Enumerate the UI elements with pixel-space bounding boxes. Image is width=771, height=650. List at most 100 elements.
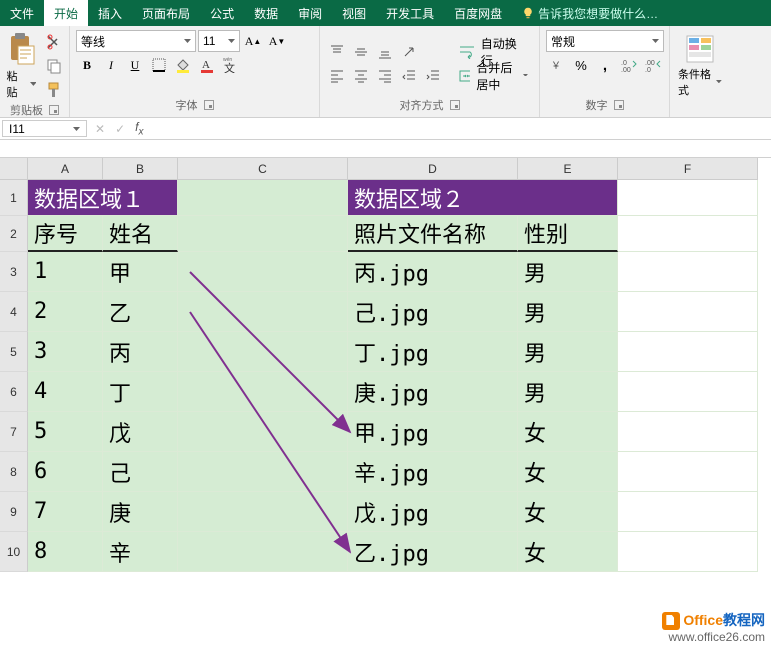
cell-c8[interactable] <box>178 452 348 492</box>
r2-cell-2-0[interactable]: 丁.jpg <box>348 332 518 372</box>
increase-font-button[interactable]: A▲ <box>242 30 264 52</box>
paste-button[interactable]: 粘贴 <box>5 30 39 102</box>
tell-me-box[interactable]: 告诉我您想要做什么… <box>512 0 668 26</box>
menu-file[interactable]: 文件 <box>0 0 44 26</box>
r2-cell-5-1[interactable]: 女 <box>518 452 618 492</box>
cell-f2[interactable] <box>618 216 758 252</box>
select-all[interactable] <box>0 158 28 180</box>
align-bottom-button[interactable] <box>374 41 396 63</box>
menu-view[interactable]: 视图 <box>332 0 376 26</box>
r2-cell-5-0[interactable]: 辛.jpg <box>348 452 518 492</box>
r2-cell-2-1[interactable]: 男 <box>518 332 618 372</box>
menu-home[interactable]: 开始 <box>44 0 88 26</box>
row-head-9[interactable]: 9 <box>0 492 28 532</box>
align-center-button[interactable] <box>350 65 372 87</box>
row-head-4[interactable]: 4 <box>0 292 28 332</box>
phonetic-button[interactable]: wén文 <box>220 54 242 76</box>
r2-cell-3-0[interactable]: 庚.jpg <box>348 372 518 412</box>
cell-c9[interactable] <box>178 492 348 532</box>
cell-c6[interactable] <box>178 372 348 412</box>
cut-button[interactable] <box>43 31 65 53</box>
orientation-button[interactable] <box>398 41 420 63</box>
menu-formulas[interactable]: 公式 <box>200 0 244 26</box>
font-color-button[interactable]: A <box>196 54 218 76</box>
format-painter-button[interactable] <box>43 79 65 101</box>
confirm-icon[interactable]: ✓ <box>115 122 125 136</box>
comma-button[interactable]: , <box>594 54 616 76</box>
cell-f6[interactable] <box>618 372 758 412</box>
border-button[interactable] <box>148 54 170 76</box>
row-head-1[interactable]: 1 <box>0 180 28 216</box>
formula-input[interactable] <box>149 118 771 139</box>
cell-f5[interactable] <box>618 332 758 372</box>
menu-review[interactable]: 审阅 <box>288 0 332 26</box>
increase-decimal-button[interactable]: .0.00 <box>618 54 640 76</box>
align-right-button[interactable] <box>374 65 396 87</box>
r1-cell-5-1[interactable]: 己 <box>103 452 178 492</box>
decrease-decimal-button[interactable]: .00.0 <box>642 54 664 76</box>
cell-c10[interactable] <box>178 532 348 572</box>
italic-button[interactable]: I <box>100 54 122 76</box>
cell-c2[interactable] <box>178 216 348 252</box>
menu-devtools[interactable]: 开发工具 <box>376 0 444 26</box>
percent-button[interactable]: % <box>570 54 592 76</box>
fx-icon[interactable]: fx <box>135 120 143 137</box>
name-box[interactable]: I11 <box>2 120 87 137</box>
accounting-button[interactable]: ￥ <box>546 54 568 76</box>
r2-cell-6-1[interactable]: 女 <box>518 492 618 532</box>
r1-cell-1-0[interactable]: 2 <box>28 292 103 332</box>
r2-cell-1-0[interactable]: 己.jpg <box>348 292 518 332</box>
underline-button[interactable]: U <box>124 54 146 76</box>
cell-f7[interactable] <box>618 412 758 452</box>
row-head-8[interactable]: 8 <box>0 452 28 492</box>
cell-f10[interactable] <box>618 532 758 572</box>
row-head-5[interactable]: 5 <box>0 332 28 372</box>
r2-cell-4-0[interactable]: 甲.jpg <box>348 412 518 452</box>
menu-data[interactable]: 数据 <box>244 0 288 26</box>
align-top-button[interactable] <box>326 41 348 63</box>
col-head-D[interactable]: D <box>348 158 518 180</box>
r2-cell-4-1[interactable]: 女 <box>518 412 618 452</box>
r2-cell-3-1[interactable]: 男 <box>518 372 618 412</box>
decrease-font-button[interactable]: A▼ <box>266 30 288 52</box>
font-launcher[interactable] <box>204 100 214 110</box>
row-head-10[interactable]: 10 <box>0 532 28 572</box>
menu-pagelayout[interactable]: 页面布局 <box>132 0 200 26</box>
r1-cell-0-0[interactable]: 1 <box>28 252 103 292</box>
r2-cell-7-0[interactable]: 乙.jpg <box>348 532 518 572</box>
menu-insert[interactable]: 插入 <box>88 0 132 26</box>
align-middle-button[interactable] <box>350 41 372 63</box>
r1-cell-3-0[interactable]: 4 <box>28 372 103 412</box>
fill-color-button[interactable] <box>172 54 194 76</box>
r1-cell-5-0[interactable]: 6 <box>28 452 103 492</box>
increase-indent-button[interactable] <box>422 65 444 87</box>
cancel-icon[interactable]: ✕ <box>95 122 105 136</box>
cell-f1[interactable] <box>618 180 758 216</box>
r1-cell-7-0[interactable]: 8 <box>28 532 103 572</box>
r1-cell-2-1[interactable]: 丙 <box>103 332 178 372</box>
menu-baidu[interactable]: 百度网盘 <box>444 0 512 26</box>
r1-cell-2-0[interactable]: 3 <box>28 332 103 372</box>
r2-cell-1-1[interactable]: 男 <box>518 292 618 332</box>
alignment-launcher[interactable] <box>450 100 460 110</box>
r2-cell-0-0[interactable]: 丙.jpg <box>348 252 518 292</box>
r1-cell-1-1[interactable]: 乙 <box>103 292 178 332</box>
col-head-B[interactable]: B <box>103 158 178 180</box>
r1-cell-7-1[interactable]: 辛 <box>103 532 178 572</box>
cell-f8[interactable] <box>618 452 758 492</box>
r2-cell-6-0[interactable]: 戊.jpg <box>348 492 518 532</box>
row-head-6[interactable]: 6 <box>0 372 28 412</box>
r1-cell-4-1[interactable]: 戊 <box>103 412 178 452</box>
bold-button[interactable]: B <box>76 54 98 76</box>
cell-c4[interactable] <box>178 292 348 332</box>
col-head-E[interactable]: E <box>518 158 618 180</box>
grid[interactable]: ABCDEF1数据区域１数据区域２2序号姓名照片文件名称性别31甲丙.jpg男4… <box>0 158 771 572</box>
r1-cell-6-1[interactable]: 庚 <box>103 492 178 532</box>
decrease-indent-button[interactable] <box>398 65 420 87</box>
row-head-3[interactable]: 3 <box>0 252 28 292</box>
cell-f9[interactable] <box>618 492 758 532</box>
conditional-format-button[interactable]: 条件格式 <box>676 32 724 100</box>
cell-f3[interactable] <box>618 252 758 292</box>
row-head-7[interactable]: 7 <box>0 412 28 452</box>
col-head-F[interactable]: F <box>618 158 758 180</box>
